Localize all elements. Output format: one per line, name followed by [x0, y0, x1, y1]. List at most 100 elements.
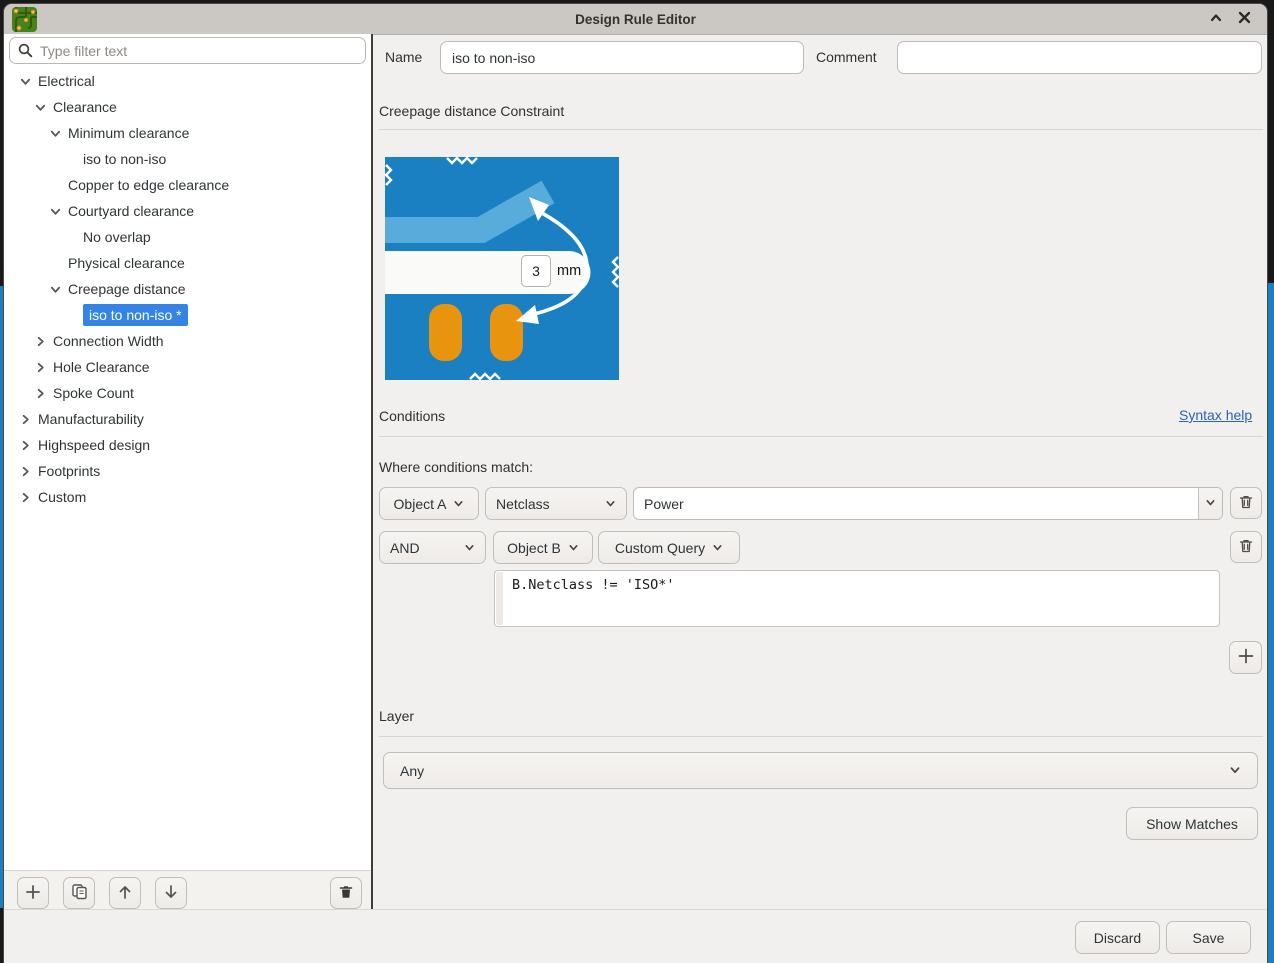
- shade-window-button[interactable]: [1205, 8, 1227, 30]
- duplicate-rule-button[interactable]: [63, 877, 95, 909]
- chevron-down-icon: [464, 540, 475, 556]
- tree-item-physical-clearance[interactable]: Physical clearance: [4, 250, 370, 276]
- layer-value-label: Any: [400, 763, 424, 779]
- tree-item-copper-to-edge-clearance[interactable]: Copper to edge clearance: [4, 172, 370, 198]
- expander-spacer: [63, 230, 78, 245]
- background-window-edge: [1268, 283, 1274, 963]
- tree-item-manufacturability[interactable]: Manufacturability: [4, 406, 370, 432]
- layer-heading: Layer: [379, 708, 414, 724]
- add-condition-button[interactable]: [1229, 641, 1262, 674]
- tree-item-label: iso to non-iso: [83, 151, 166, 167]
- chevron-down-icon[interactable]: [18, 74, 33, 89]
- tree-item-label: Spoke Count: [53, 385, 134, 401]
- comment-input[interactable]: [897, 41, 1262, 74]
- tree-item-label: Creepage distance: [68, 281, 186, 297]
- chevron-right-icon[interactable]: [18, 490, 33, 505]
- pane-divider[interactable]: [371, 34, 373, 909]
- chevron-down-icon[interactable]: [33, 100, 48, 115]
- tree-item-spoke-count[interactable]: Spoke Count: [4, 380, 370, 406]
- object-a-dropdown[interactable]: Object A: [379, 487, 479, 520]
- tree-item-minimum-clearance[interactable]: Minimum clearance: [4, 120, 370, 146]
- design-rule-editor-window: Design Rule Editor Electrical Clearance Mi…: [0, 0, 1274, 963]
- creepage-value-input[interactable]: [521, 255, 551, 287]
- property-a-dropdown[interactable]: Netclass: [485, 487, 627, 520]
- delete-condition-a-button[interactable]: [1230, 487, 1262, 519]
- chevron-down-icon: [568, 540, 579, 556]
- save-button[interactable]: Save: [1166, 921, 1251, 954]
- plus-icon: [1237, 647, 1255, 668]
- expander-spacer: [48, 178, 63, 193]
- combo-dropdown-button[interactable]: [1198, 488, 1222, 519]
- titlebar[interactable]: Design Rule Editor: [4, 4, 1267, 35]
- tree-item-iso-to-non-iso[interactable]: iso to non-iso *: [4, 302, 370, 328]
- footer-separator: [4, 909, 1267, 910]
- tree-item-label: iso to non-iso *: [83, 304, 188, 326]
- tree-item-label: Copper to edge clearance: [68, 177, 229, 193]
- filter-input[interactable]: [9, 37, 366, 64]
- custom-query-editor[interactable]: B.Netclass != 'ISO*': [494, 570, 1220, 627]
- chevron-down-icon[interactable]: [48, 204, 63, 219]
- chevron-down-icon[interactable]: [48, 282, 63, 297]
- where-conditions-label: Where conditions match:: [379, 459, 533, 475]
- property-b-dropdown[interactable]: Custom Query: [598, 531, 740, 564]
- chevron-right-icon[interactable]: [33, 360, 48, 375]
- tree-item-label: Connection Width: [53, 333, 164, 349]
- tree-item-label: Custom: [38, 489, 86, 505]
- chevron-down-icon: [1229, 763, 1241, 779]
- combiner-dropdown[interactable]: AND: [379, 531, 486, 564]
- expander-spacer: [63, 308, 78, 323]
- chevron-down-icon[interactable]: [48, 126, 63, 141]
- tree-item-label: Physical clearance: [68, 255, 185, 271]
- trash-icon: [1238, 494, 1254, 513]
- chevron-right-icon[interactable]: [18, 412, 33, 427]
- move-down-button[interactable]: [155, 877, 187, 909]
- discard-label: Discard: [1094, 930, 1141, 946]
- delete-rule-button[interactable]: [330, 877, 362, 909]
- show-matches-button[interactable]: Show Matches: [1126, 807, 1258, 840]
- trash-icon: [338, 884, 354, 903]
- tree-item-iso-to-non-iso[interactable]: iso to non-iso: [4, 146, 370, 172]
- tree-item-label: Clearance: [53, 99, 117, 115]
- plus-icon: [25, 884, 41, 903]
- chevron-down-icon: [712, 540, 723, 556]
- tree-item-custom[interactable]: Custom: [4, 484, 370, 510]
- close-window-button[interactable]: [1233, 8, 1255, 30]
- expander-spacer: [48, 256, 63, 271]
- chevron-right-icon[interactable]: [18, 464, 33, 479]
- object-b-dropdown[interactable]: Object B: [493, 531, 593, 564]
- netclass-value-input[interactable]: [634, 488, 1198, 519]
- chevron-down-icon: [453, 496, 464, 512]
- tree-item-electrical[interactable]: Electrical: [4, 68, 370, 94]
- add-rule-button[interactable]: [17, 877, 49, 909]
- arrow-down-icon: [163, 884, 179, 903]
- tree-item-clearance[interactable]: Clearance: [4, 94, 370, 120]
- tree-item-no-overlap[interactable]: No overlap: [4, 224, 370, 250]
- copy-icon: [71, 883, 88, 903]
- tree-item-label: No overlap: [83, 229, 151, 245]
- tree-item-creepage-distance[interactable]: Creepage distance: [4, 276, 370, 302]
- tree-item-label: Hole Clearance: [53, 359, 150, 375]
- syntax-help-link[interactable]: Syntax help: [1179, 407, 1252, 423]
- custom-query-text[interactable]: B.Netclass != 'ISO*': [512, 577, 675, 593]
- layer-select[interactable]: Any: [383, 752, 1258, 789]
- tree-item-label: Footprints: [38, 463, 100, 479]
- chevron-down-icon: [1205, 495, 1216, 513]
- name-input[interactable]: [440, 41, 804, 74]
- chevron-right-icon[interactable]: [18, 438, 33, 453]
- chevron-right-icon[interactable]: [33, 334, 48, 349]
- property-a-label: Netclass: [496, 496, 550, 512]
- comment-label: Comment: [816, 41, 877, 74]
- arrow-up-icon: [117, 884, 133, 903]
- tree-item-label: Highspeed design: [38, 437, 150, 453]
- chevron-right-icon[interactable]: [33, 386, 48, 401]
- move-up-button[interactable]: [109, 877, 141, 909]
- tree-item-footprints[interactable]: Footprints: [4, 458, 370, 484]
- tree-item-highspeed-design[interactable]: Highspeed design: [4, 432, 370, 458]
- tree-item-hole-clearance[interactable]: Hole Clearance: [4, 354, 370, 380]
- delete-condition-b-button[interactable]: [1230, 531, 1262, 563]
- tree-item-courtyard-clearance[interactable]: Courtyard clearance: [4, 198, 370, 224]
- editor-gutter: [496, 572, 503, 625]
- discard-button[interactable]: Discard: [1075, 921, 1160, 954]
- tree-item-connection-width[interactable]: Connection Width: [4, 328, 370, 354]
- constraint-heading: Creepage distance Constraint: [379, 103, 564, 119]
